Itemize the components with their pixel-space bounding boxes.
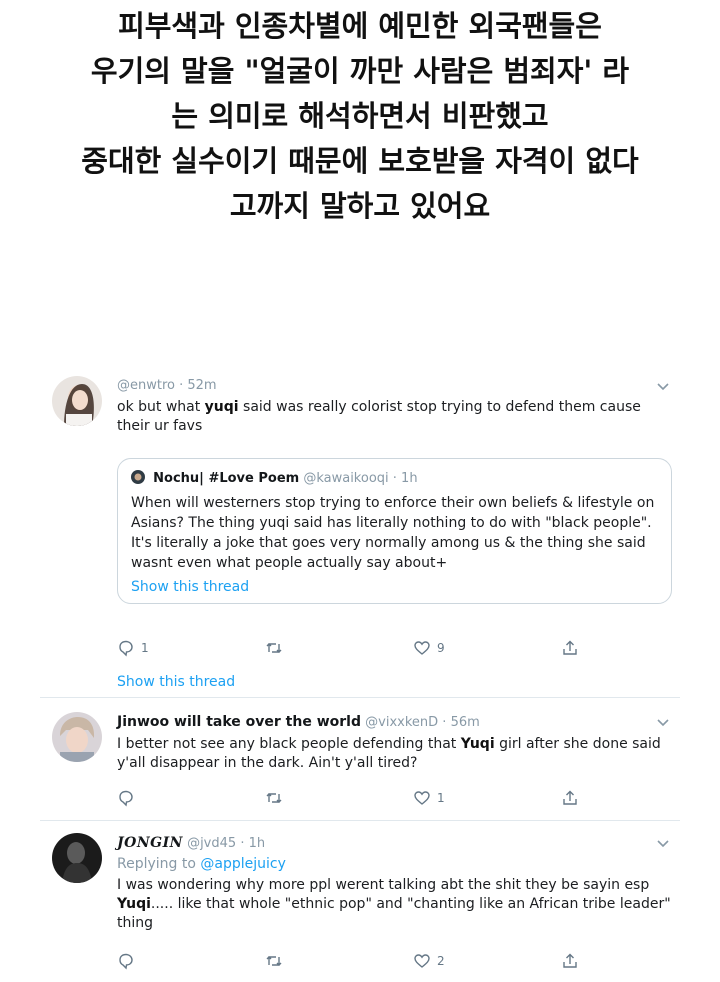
replying-to-link[interactable]: @applejuicy [200, 856, 286, 872]
quoted-avatar [131, 470, 145, 484]
like-count: 1 [437, 791, 445, 805]
tweet-jvd45[interactable]: JONGIN @jvd45 · 1h Replying to @applejui… [52, 833, 684, 981]
quoted-tweet[interactable]: Nochu| #Love Poem @kawaikooqi · 1h When … [117, 458, 672, 604]
reply-button[interactable] [117, 788, 141, 808]
tweet-handle[interactable]: @vixxkenD [365, 715, 438, 730]
like-icon [414, 954, 430, 968]
reply-icon [119, 953, 133, 970]
retweet-button[interactable] [265, 951, 289, 971]
quoted-time: 1h [401, 471, 418, 486]
replying-label: Replying to [117, 856, 201, 872]
retweet-button[interactable] [265, 788, 289, 808]
retweet-icon [266, 643, 282, 653]
like-icon [414, 791, 430, 805]
caption-line: 중대한 실수이기 때문에 보호받을 자격이 없다 [81, 144, 639, 178]
avatar[interactable] [52, 833, 102, 883]
share-icon [563, 953, 577, 968]
share-button[interactable] [561, 638, 585, 658]
share-button[interactable] [561, 951, 585, 971]
avatar[interactable] [52, 712, 102, 762]
retweet-icon [266, 956, 282, 966]
share-icon [563, 640, 577, 655]
caption-line: 는 의미로 해석하면서 비판했고 [171, 99, 549, 133]
like-count: 2 [437, 954, 445, 968]
tweet-text: ok but what yuqi said was really coloris… [117, 399, 641, 434]
quoted-show-thread-link[interactable]: Show this thread [131, 579, 659, 595]
tweet-text: I was wondering why more ppl werent talk… [117, 877, 671, 931]
tweet-vixxkend[interactable]: Jinwoo will take over the world @vixxken… [52, 712, 684, 812]
reply-icon [119, 640, 133, 657]
chevron-down-icon[interactable] [656, 718, 670, 728]
caption-line: 피부색과 인종차별에 예민한 외국팬들은 [118, 9, 602, 43]
caption-line: 우기의 말을 "얼굴이 까만 사람은 범죄자' 라 [90, 54, 630, 88]
like-icon [414, 641, 430, 655]
like-button[interactable]: 9 [413, 638, 445, 658]
reply-button[interactable]: 1 [117, 638, 149, 658]
retweet-button[interactable] [265, 638, 289, 658]
caption: 피부색과 인종차별에 예민한 외국팬들은 우기의 말을 "얼굴이 까만 사람은 … [0, 4, 720, 229]
reply-button[interactable] [117, 951, 141, 971]
tweet-time[interactable]: 56m [451, 715, 480, 730]
chevron-down-icon[interactable] [656, 839, 670, 849]
tweet-author-name[interactable]: JONGIN [117, 835, 183, 851]
tweet-text: I better not see any black people defend… [117, 736, 661, 771]
like-button[interactable]: 2 [413, 951, 445, 971]
retweet-icon [266, 793, 282, 803]
reply-icon [119, 790, 133, 807]
tweet-handle[interactable]: @enwtro [117, 378, 175, 393]
divider [40, 820, 680, 821]
chevron-down-icon[interactable] [656, 382, 670, 392]
quoted-text: When will westerners stop trying to enfo… [131, 495, 655, 571]
quoted-name: Nochu| #Love Poem [153, 471, 300, 486]
caption-line: 고까지 말하고 있어요 [229, 189, 491, 223]
avatar[interactable] [52, 376, 102, 426]
show-thread-link[interactable]: Show this thread [117, 674, 235, 690]
tweet-handle[interactable]: @jvd45 [187, 836, 236, 851]
share-icon [563, 790, 577, 805]
divider [40, 697, 680, 698]
tweet-time[interactable]: 52m [187, 378, 216, 393]
tweet-author-name[interactable]: Jinwoo will take over the world [117, 714, 361, 730]
reply-count: 1 [141, 641, 149, 655]
quoted-handle: @kawaikooqi [303, 471, 389, 486]
like-count: 9 [437, 641, 445, 655]
tweet-time[interactable]: 1h [249, 836, 266, 851]
share-button[interactable] [561, 788, 585, 808]
tweet-enwtro[interactable]: @enwtro · 52m ok but what yuqi said was … [52, 376, 684, 696]
like-button[interactable]: 1 [413, 788, 445, 808]
